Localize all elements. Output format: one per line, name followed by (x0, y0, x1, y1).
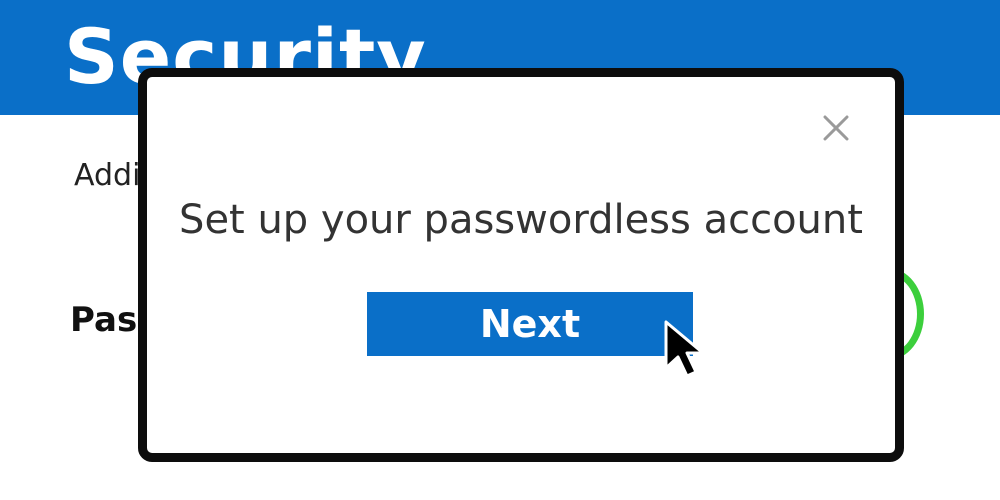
mouse-pointer-icon (662, 318, 718, 382)
dialog-heading: Set up your passwordless account (179, 197, 863, 243)
close-button[interactable] (819, 111, 853, 145)
passwordless-setup-dialog: Set up your passwordless account Next (138, 68, 904, 462)
close-icon (823, 115, 849, 141)
section-title: Pas (70, 300, 138, 340)
page-subtitle: Addi (74, 158, 141, 193)
next-button[interactable]: Next (367, 292, 693, 356)
